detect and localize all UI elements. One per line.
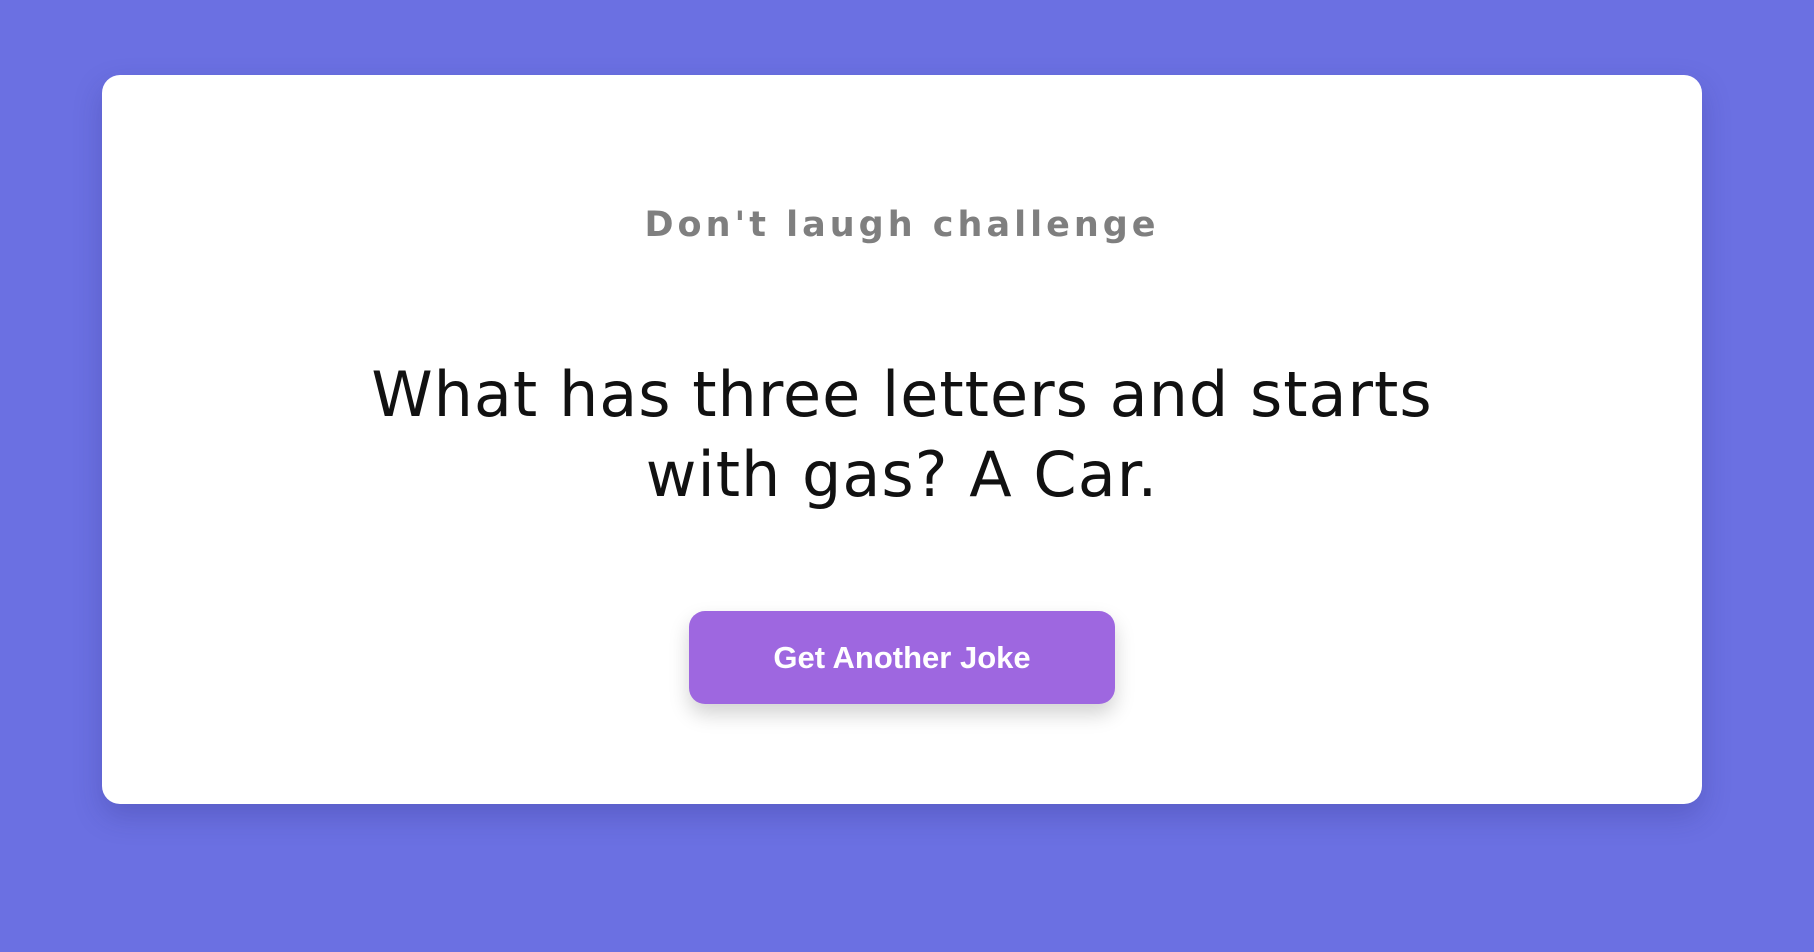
joke-text: What has three letters and starts with g… xyxy=(371,358,1433,511)
get-another-joke-button[interactable]: Get Another Joke xyxy=(689,611,1115,704)
joke-card: Don't laugh challenge What has three let… xyxy=(102,75,1702,804)
challenge-title: Don't laugh challenge xyxy=(644,205,1160,245)
